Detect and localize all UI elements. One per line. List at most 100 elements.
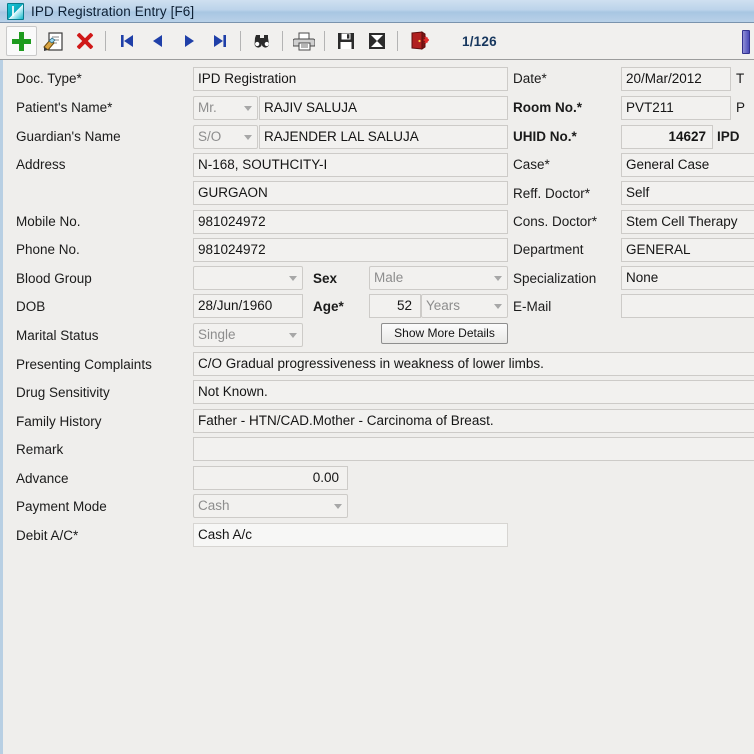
ipd-registration-window: IPD Registration Entry [F6] 1/126 Doc. T… — [0, 0, 754, 754]
reff-doctor-input[interactable]: Self — [621, 181, 754, 205]
print-icon[interactable] — [289, 27, 318, 55]
age-unit-select[interactable]: Years — [421, 294, 508, 318]
age-input[interactable]: 52 — [369, 294, 421, 318]
label-blood-group: Blood Group — [16, 271, 92, 286]
patient-title-value: Mr. — [198, 100, 217, 115]
date-input[interactable]: 20/Mar/2012 — [621, 67, 731, 91]
marital-status-value: Single — [198, 327, 236, 342]
label-remark: Remark — [16, 442, 64, 457]
uhid-no-input[interactable]: 14627 — [621, 125, 713, 149]
chevron-down-icon — [244, 106, 252, 111]
label-room-no: Room No.* — [513, 100, 582, 115]
show-more-details-button[interactable]: Show More Details — [381, 323, 508, 344]
label-case: Case* — [513, 157, 550, 172]
patients-name-input[interactable]: RAJIV SALUJA — [259, 96, 508, 120]
find-binoculars-icon[interactable] — [247, 27, 276, 55]
delete-icon[interactable] — [70, 27, 99, 55]
label-advance: Advance — [16, 471, 69, 486]
toolbar-separator — [282, 31, 283, 51]
chevron-down-icon — [494, 304, 502, 309]
case-input[interactable]: General Case — [621, 153, 754, 177]
age-unit-value: Years — [426, 298, 461, 313]
sex-value: Male — [374, 270, 404, 285]
marital-status-select[interactable]: Single — [193, 323, 303, 347]
exit-door-icon[interactable] — [404, 27, 433, 55]
record-counter: 1/126 — [462, 33, 497, 49]
save-as-icon[interactable] — [362, 27, 391, 55]
label-mobile-no: Mobile No. — [16, 214, 81, 229]
label-sex: Sex — [313, 271, 338, 286]
label-cons-doctor: Cons. Doctor* — [513, 214, 598, 229]
cons-doctor-input[interactable]: Stem Cell Therapy — [621, 210, 754, 234]
label-payment-mode: Payment Mode — [16, 499, 107, 514]
window-titlebar: IPD Registration Entry [F6] — [0, 0, 754, 23]
previous-record-icon[interactable] — [143, 27, 172, 55]
label-age: Age* — [313, 299, 344, 314]
last-record-icon[interactable] — [205, 27, 234, 55]
dob-input[interactable]: 28/Jun/1960 — [193, 294, 303, 318]
chevron-down-icon — [289, 276, 297, 281]
sex-select[interactable]: Male — [369, 266, 508, 290]
phone-no-input[interactable]: 981024972 — [193, 238, 508, 262]
form-panel: Doc. Type* IPD Registration Patient's Na… — [0, 60, 754, 754]
label-uhid-no: UHID No.* — [513, 129, 577, 144]
guardians-name-input[interactable]: RAJENDER LAL SALUJA — [259, 125, 508, 149]
window-title: IPD Registration Entry [F6] — [31, 3, 195, 19]
presenting-complaints-input[interactable]: C/O Gradual progressiveness in weakness … — [193, 352, 754, 376]
guardian-relation-value: S/O — [198, 129, 222, 144]
toolbar-overflow-handle[interactable] — [742, 30, 750, 54]
label-presenting-complaints: Presenting Complaints — [16, 357, 152, 372]
app-icon — [7, 2, 24, 20]
label-date: Date* — [513, 71, 547, 86]
toolbar-separator — [324, 31, 325, 51]
save-icon[interactable] — [331, 27, 360, 55]
guardian-relation-select[interactable]: S/O — [193, 125, 258, 149]
doc-type-input[interactable]: IPD Registration — [193, 67, 508, 91]
room-no-trailing-label: P — [736, 100, 746, 115]
toolbar-separator — [240, 31, 241, 51]
email-input[interactable] — [621, 294, 754, 318]
family-history-input[interactable]: Father - HTN/CAD.Mother - Carcinoma of B… — [193, 409, 754, 433]
chevron-down-icon — [494, 276, 502, 281]
next-record-icon[interactable] — [174, 27, 203, 55]
department-input[interactable]: GENERAL — [621, 238, 754, 262]
room-no-input[interactable]: PVT211 — [621, 96, 731, 120]
chevron-down-icon — [334, 504, 342, 509]
toolbar: 1/126 — [0, 23, 754, 60]
patient-title-select[interactable]: Mr. — [193, 96, 258, 120]
toolbar-separator — [397, 31, 398, 51]
edit-document-icon[interactable] — [39, 27, 68, 55]
advance-input[interactable]: 0.00 — [193, 466, 348, 490]
label-patients-name: Patient's Name* — [16, 100, 113, 115]
label-reff-doctor: Reff. Doctor* — [513, 186, 591, 201]
date-trailing-label: T — [736, 71, 745, 86]
label-address: Address — [16, 157, 66, 172]
drug-sensitivity-input[interactable]: Not Known. — [193, 380, 754, 404]
chevron-down-icon — [289, 333, 297, 338]
chevron-down-icon — [244, 135, 252, 140]
blood-group-select[interactable] — [193, 266, 303, 290]
label-guardians-name: Guardian's Name — [16, 129, 121, 144]
toolbar-separator — [105, 31, 106, 51]
debit-ac-input[interactable]: Cash A/c — [193, 523, 508, 547]
label-drug-sensitivity: Drug Sensitivity — [16, 385, 110, 400]
address-line2-input[interactable]: GURGAON — [193, 181, 508, 205]
label-doc-type: Doc. Type* — [16, 71, 82, 86]
specialization-input[interactable]: None — [621, 266, 754, 290]
label-phone-no: Phone No. — [16, 242, 80, 257]
label-dob: DOB — [16, 299, 46, 314]
label-email: E-Mail — [513, 299, 552, 314]
mobile-no-input[interactable]: 981024972 — [193, 210, 508, 234]
first-record-icon[interactable] — [112, 27, 141, 55]
label-specialization: Specialization — [513, 271, 597, 286]
remark-input[interactable] — [193, 437, 754, 461]
label-department: Department — [513, 242, 584, 257]
add-icon[interactable] — [6, 26, 37, 56]
address-line1-input[interactable]: N-168, SOUTHCITY-I — [193, 153, 508, 177]
uhid-trailing-label: IPD — [717, 129, 740, 144]
label-debit-ac: Debit A/C* — [16, 528, 79, 543]
payment-mode-value: Cash — [198, 498, 230, 513]
label-family-history: Family History — [16, 414, 102, 429]
label-marital-status: Marital Status — [16, 328, 99, 343]
payment-mode-select[interactable]: Cash — [193, 494, 348, 518]
